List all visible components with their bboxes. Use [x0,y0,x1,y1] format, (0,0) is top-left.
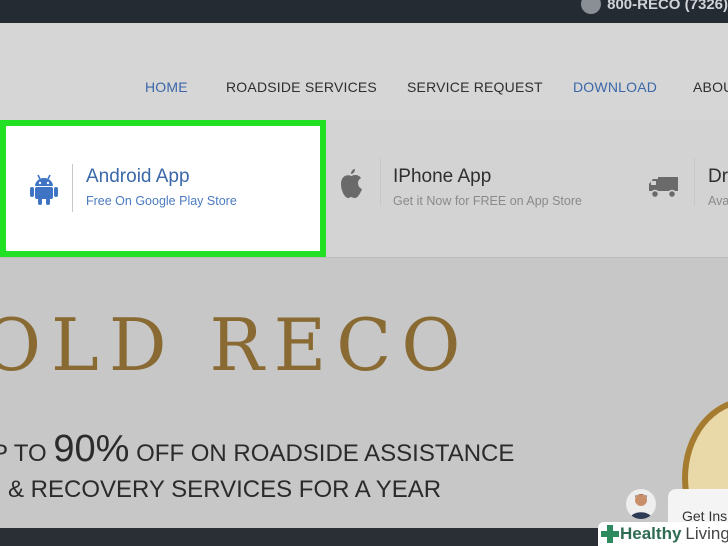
person-icon [630,494,652,519]
chat-avatar[interactable] [626,489,656,519]
android-app-title[interactable]: Android App [86,166,190,188]
nav-about[interactable]: ABOUT [693,79,728,95]
nav-home[interactable]: HOME [145,79,188,95]
promo-suffix: OFF ON ROADSIDE ASSISTANCE [136,440,515,467]
watermark: Healthy Living [598,522,728,546]
android-app-card[interactable]: Android App Free On Google Play Store [0,120,326,257]
divider [694,158,695,206]
top-bar: 800-RECO (7326) [0,0,728,23]
nav-service-request[interactable]: SERVICE REQUEST [407,79,543,95]
apple-icon [341,169,362,198]
app-download-bar: Android App Free On Google Play Store IP… [0,120,728,259]
nav-download[interactable]: DOWNLOAD [573,79,657,95]
phone-icon [581,0,602,14]
driver-app-title[interactable]: Dr [708,166,728,188]
truck-icon [649,177,678,199]
watermark-brand-bold: Healthy [620,524,682,543]
iphone-app-card[interactable]: IPhone App Get it Now for FREE on App St… [326,120,626,257]
phone-number: 800-RECO (7326) [607,0,728,13]
watermark-brand-rest: Living [685,524,728,543]
nav-roadside-services[interactable]: ROADSIDE SERVICES [226,79,377,95]
divider [380,158,381,206]
divider [72,164,73,212]
promo-prefix: P TO [0,440,47,467]
main-navigation: HOME ROADSIDE SERVICES SERVICE REQUEST D… [0,23,728,121]
brand-logo-text: OLD RECO [0,303,471,387]
plus-icon [601,525,619,543]
iphone-app-subtitle: Get it Now for FREE on App Store [393,194,582,208]
android-icon [30,174,58,205]
promo-line-2: & RECOVERY SERVICES FOR A YEAR [8,476,442,503]
iphone-app-title[interactable]: IPhone App [393,166,491,188]
android-app-subtitle: Free On Google Play Store [86,194,237,208]
hero-banner: OLD RECO P TO 90% OFF ON ROADSIDE ASSIST… [0,258,728,528]
driver-app-card[interactable]: Dr Ava [626,120,728,257]
phone-contact[interactable]: 800-RECO (7326) [581,0,728,14]
promo-line-1: P TO 90% OFF ON ROADSIDE ASSISTANCE [0,428,514,471]
driver-app-subtitle: Ava [708,194,728,208]
promo-percent: 90% [53,428,130,470]
